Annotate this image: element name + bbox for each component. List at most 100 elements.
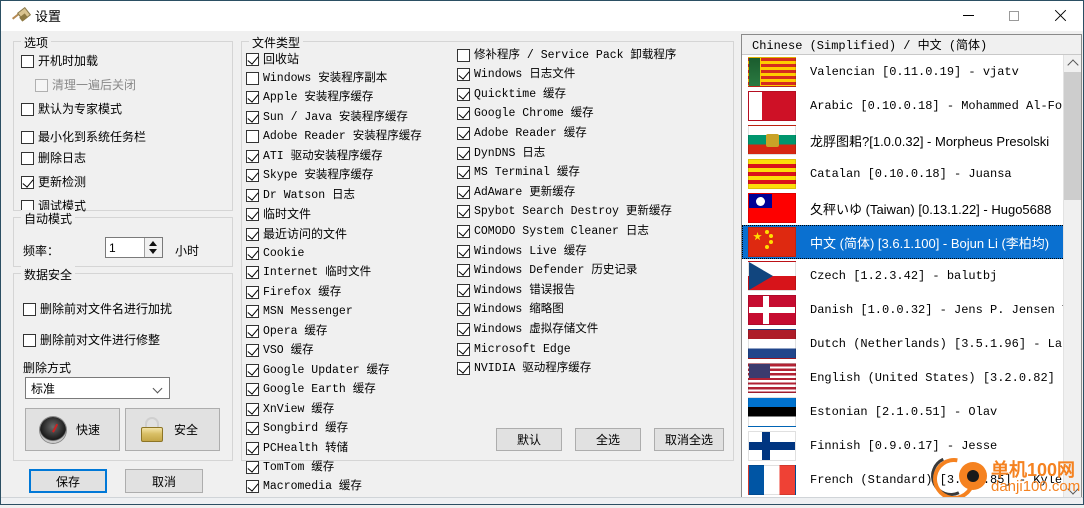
filetype-checkbox-col1-22[interactable]: Macromedia 缓存 — [246, 479, 362, 495]
checkbox-box[interactable] — [246, 149, 259, 163]
checkbox-box[interactable] — [457, 205, 470, 219]
language-row[interactable]: Arabic [0.10.0.18] - Mohammed Al-Foulad — [742, 89, 1081, 123]
filetype-checkbox-col1-18[interactable]: XnView 缓存 — [246, 401, 334, 417]
checkbox-box[interactable] — [246, 130, 259, 144]
checkbox-box[interactable] — [246, 188, 259, 202]
save-button[interactable]: 保存 — [29, 469, 107, 493]
checkbox-box[interactable] — [246, 285, 259, 299]
language-row[interactable]: French (Standard) [3.2.2.85] - Kyle Kata… — [742, 463, 1081, 497]
filetype-checkbox-col1-9[interactable]: 最近访问的文件 — [246, 226, 347, 242]
filetype-checkbox-col1-1[interactable]: Windows 安装程序副本 — [246, 70, 387, 86]
checkbox-box[interactable] — [457, 68, 470, 82]
filetype-checkbox-col2-3[interactable]: Google Chrome 缓存 — [457, 106, 594, 122]
filetype-checkbox-col2-14[interactable]: Windows 虚拟存储文件 — [457, 321, 598, 337]
checkbox-box[interactable] — [246, 266, 259, 280]
filetype-checkbox-col1-2[interactable]: Apple 安装程序缓存 — [246, 90, 373, 106]
checkbox-box[interactable] — [246, 71, 259, 85]
filetype-checkbox-col2-0[interactable]: 修补程序 / Service Pack 卸载程序 — [457, 47, 676, 63]
checkbox-box[interactable] — [23, 302, 36, 316]
filetype-checkbox-col2-10[interactable]: Windows Live 缓存 — [457, 243, 587, 259]
checkbox-box[interactable] — [21, 175, 34, 189]
default-button[interactable]: 默认 — [496, 428, 562, 451]
minimize-icon[interactable] — [945, 1, 991, 30]
cancel-button[interactable]: 取消 — [125, 469, 203, 493]
language-row[interactable]: Dutch (Netherlands) [3.5.1.96] - Laurens… — [742, 327, 1081, 361]
safe-mode-button[interactable]: 安全 — [125, 408, 220, 451]
checkbox-box[interactable] — [246, 247, 259, 260]
checkbox-box[interactable] — [457, 48, 470, 62]
language-row[interactable]: Valencian [0.11.0.19] - vjatv — [742, 55, 1081, 89]
filetype-checkbox-col2-6[interactable]: MS Terminal 缓存 — [457, 165, 580, 181]
filetype-checkbox-col2-8[interactable]: Spybot Search Destroy 更新缓存 — [457, 204, 672, 220]
filetype-checkbox-col1-6[interactable]: Skype 安装程序缓存 — [246, 168, 373, 184]
language-row[interactable]: Catalan [0.10.0.18] - Juansa — [742, 157, 1081, 191]
filetype-checkbox-col2-5[interactable]: DynDNS 日志 — [457, 145, 545, 161]
checkbox-box[interactable] — [457, 166, 470, 180]
checkbox-box[interactable] — [246, 422, 259, 436]
select-all-button[interactable]: 全选 — [575, 428, 641, 451]
filetype-checkbox-col1-5[interactable]: ATI 驱动安装程序缓存 — [246, 148, 383, 164]
checkbox-box[interactable] — [457, 283, 470, 297]
checkbox-box[interactable] — [457, 126, 470, 140]
language-row[interactable]: Danish [1.0.0.32] - Jens P. Jensen Tonaj… — [742, 293, 1081, 327]
language-row[interactable]: English (United States) [3.2.0.82] - Kyl… — [742, 361, 1081, 395]
checkbox-box[interactable] — [246, 227, 259, 241]
checkbox-box[interactable] — [246, 324, 259, 338]
filetype-checkbox-col2-11[interactable]: Windows Defender 历史记录 — [457, 263, 637, 279]
filetype-checkbox-col1-12[interactable]: Firefox 缓存 — [246, 284, 341, 300]
filetype-checkbox-col1-21[interactable]: TomTom 缓存 — [246, 459, 334, 475]
checkbox-box[interactable] — [246, 383, 259, 397]
filetype-checkbox-col1-13[interactable]: MSN Messenger — [246, 304, 353, 320]
filetype-checkbox-col2-1[interactable]: Windows 日志文件 — [457, 67, 575, 83]
checkbox-box[interactable] — [21, 54, 34, 68]
scrollbar-thumb[interactable] — [1064, 72, 1081, 200]
filetype-checkbox-col2-4[interactable]: Adobe Reader 缓存 — [457, 125, 587, 141]
language-row-selected[interactable]: 中文 (简体) [3.6.1.100] - Bojun Li (李柏均) — [742, 225, 1081, 259]
checkbox-box[interactable] — [246, 344, 259, 358]
filetype-checkbox-col2-12[interactable]: Windows 错误报告 — [457, 282, 575, 298]
filetype-checkbox-col2-16[interactable]: NVIDIA 驱动程序缓存 — [457, 361, 591, 377]
options-checkbox-0[interactable]: 开机时加载 — [21, 53, 98, 69]
checkbox-box[interactable] — [457, 107, 470, 121]
checkbox-box[interactable] — [246, 363, 259, 377]
checkbox-box[interactable] — [457, 87, 470, 101]
checkbox-box[interactable] — [457, 224, 470, 238]
scroll-up-icon[interactable] — [1064, 55, 1081, 72]
filetype-checkbox-col1-3[interactable]: Sun / Java 安装程序缓存 — [246, 109, 408, 125]
filetype-checkbox-col1-17[interactable]: Google Earth 缓存 — [246, 382, 376, 398]
checkbox-box[interactable] — [246, 460, 259, 474]
checkbox-box[interactable] — [21, 102, 34, 116]
checkbox-box[interactable] — [246, 169, 259, 183]
checkbox-box[interactable] — [246, 52, 259, 66]
language-scrollbar[interactable] — [1063, 55, 1081, 499]
language-list[interactable]: Valencian [0.11.0.19] - vjatv Arabic [0.1… — [742, 55, 1081, 500]
filetype-checkbox-col1-7[interactable]: Dr Watson 日志 — [246, 187, 355, 203]
filetype-checkbox-col1-20[interactable]: PCHealth 转储 — [246, 440, 348, 456]
language-row[interactable]: Finnish [0.9.0.17] - Jesse — [742, 429, 1081, 463]
filetype-checkbox-col2-7[interactable]: AdAware 更新缓存 — [457, 184, 575, 200]
filetype-checkbox-col1-14[interactable]: Opera 缓存 — [246, 323, 327, 339]
checkbox-box[interactable] — [23, 333, 36, 347]
checkbox-box[interactable] — [21, 151, 34, 165]
close-icon[interactable] — [1037, 1, 1083, 30]
checkbox-box[interactable] — [246, 110, 259, 124]
filetype-checkbox-col2-9[interactable]: COMODO System Cleaner 日志 — [457, 223, 649, 239]
language-row[interactable]: 夂秤いゆ (Taiwan) [0.13.1.22] - Hugo5688 — [742, 191, 1081, 225]
language-row[interactable]: Czech [1.2.3.42] - balutbj — [742, 259, 1081, 293]
checkbox-box[interactable] — [457, 244, 470, 258]
checkbox-box[interactable] — [246, 208, 259, 222]
filetype-checkbox-col1-0[interactable]: 回收站 — [246, 51, 299, 67]
checkbox-box[interactable] — [457, 362, 470, 376]
checkbox-box[interactable] — [246, 91, 259, 105]
language-row[interactable]: Estonian [2.1.0.51] - Olav — [742, 395, 1081, 429]
chevron-down-icon[interactable] — [154, 385, 162, 393]
options-checkbox-4[interactable]: 删除日志 — [21, 150, 86, 166]
checkbox-box[interactable] — [246, 441, 259, 455]
checkbox-scramble-filename[interactable]: 删除前对文件名进行加扰 — [23, 301, 172, 317]
language-row[interactable]: 龙脬图耜?[1.0.0.32] - Morpheus Presolski — [742, 123, 1081, 157]
checkbox-box[interactable] — [21, 130, 34, 144]
maximize-icon[interactable] — [991, 1, 1037, 30]
filetype-checkbox-col2-13[interactable]: Windows 缩略图 — [457, 302, 564, 318]
filetype-checkbox-col1-19[interactable]: Songbird 缓存 — [246, 421, 348, 437]
filetype-checkbox-col1-10[interactable]: Cookie — [246, 246, 304, 262]
